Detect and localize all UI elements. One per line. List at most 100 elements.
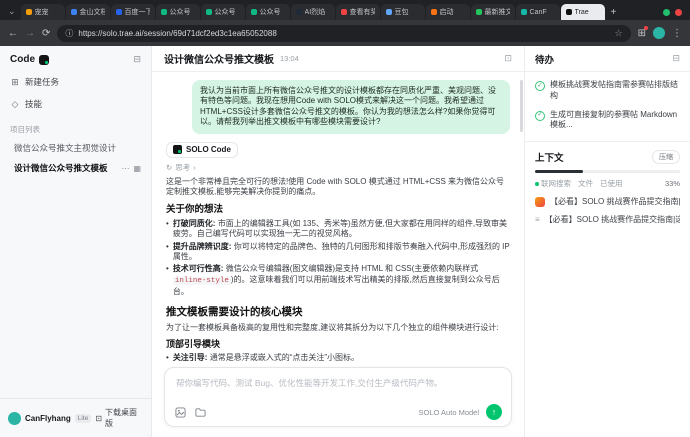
tab-strip-right xyxy=(659,9,686,20)
project-item[interactable]: 微信公众号推文主视觉设计 xyxy=(0,138,151,158)
model-selector[interactable]: SOLO Auto Model xyxy=(419,408,479,417)
todo-item[interactable]: ✓ 模板挑战赛发帖指南需参赛帖排版结构 xyxy=(525,72,690,102)
browser-tab[interactable]: 公众号 xyxy=(246,4,290,20)
sidebar-item-new-task[interactable]: ⊞ 新建任务 xyxy=(0,71,151,93)
reference-text: 【必看】SOLO 挑战赛作品提交指南|这... xyxy=(545,214,680,225)
check-circle-icon: ✓ xyxy=(535,111,545,121)
thinking-icon: ↻ xyxy=(166,163,172,173)
browser-tab[interactable]: 查看有奖 xyxy=(336,4,380,20)
context-tags-row: 联网搜索 文件 已使用 33% xyxy=(525,173,690,189)
context-reference[interactable]: 【必看】SOLO 挑战赛作品提交指南|这... xyxy=(525,189,690,207)
reload-icon[interactable]: ⟳ xyxy=(42,28,50,39)
browser-tab-active[interactable]: Trae xyxy=(561,4,605,20)
new-tab-button[interactable]: + xyxy=(606,7,622,20)
browser-tab[interactable]: 宠宠 xyxy=(21,4,65,20)
chat-messages: 我认为当前市面上所有微信公众号推文的设计模板都存在同质化严重、美观问题、没有特色… xyxy=(152,72,524,361)
browser-tab[interactable]: 金山文档 xyxy=(66,4,110,20)
project-grid-icon[interactable]: ▦ xyxy=(133,164,141,173)
chat-header: 设计微信公众号推文模板 13:04 ⊡ xyxy=(152,46,524,72)
browser-tab[interactable]: 公众号 xyxy=(201,4,245,20)
tab-favicon xyxy=(206,9,212,15)
download-desktop-button[interactable]: ⊡ 下载桌面版 xyxy=(95,407,143,429)
extension-badge xyxy=(644,26,648,30)
browser-tab[interactable]: AI烈焰 xyxy=(291,4,335,20)
chevron-right-icon: › xyxy=(193,163,196,173)
tab-favicon xyxy=(251,9,257,15)
sidebar-collapse-icon[interactable]: ⊟ xyxy=(133,54,141,65)
browser-menu-icon[interactable]: ⋮ xyxy=(672,28,682,39)
tab-favicon xyxy=(116,9,122,15)
context-reference[interactable]: ≡ 【必看】SOLO 挑战赛作品提交指南|这... xyxy=(525,207,690,225)
url-bar[interactable]: ⓘ https://solo.trae.ai/session/69d71dcf2… xyxy=(57,25,630,42)
sidebar-item-skills[interactable]: ◇ 技能 xyxy=(0,93,151,115)
todo-panel-icon[interactable]: ⊟ xyxy=(672,53,680,64)
bullet-dot: • xyxy=(166,242,169,263)
extensions-icon[interactable]: ⊞ xyxy=(638,28,646,39)
brand-row: Code ⊟ xyxy=(0,46,151,71)
chat-scrollbar[interactable] xyxy=(520,80,523,132)
composer-input[interactable] xyxy=(174,375,502,401)
right-panel: 待办 ⊟ ✓ 模板挑战赛发帖指南需参赛帖排版结构 ✓ 生成可直接复制的参赛帖 M… xyxy=(524,46,690,437)
tab-label: 公众号 xyxy=(260,7,281,17)
user-avatar[interactable] xyxy=(8,412,21,425)
browser-profile-avatar[interactable] xyxy=(653,27,665,39)
subsection-title: 顶部引导模块 xyxy=(166,339,510,351)
project-list-label: 项目列表 xyxy=(0,115,151,138)
profile-dot-icon[interactable] xyxy=(663,9,670,16)
back-icon[interactable]: ← xyxy=(8,28,18,39)
browser-tab[interactable]: CanF xyxy=(516,4,560,20)
todo-item[interactable]: ✓ 生成可直接复制的参赛帖 Markdown 模板... xyxy=(525,102,690,132)
tab-search-icon[interactable]: ⌄ xyxy=(4,6,20,20)
context-percent: 33% xyxy=(665,179,680,188)
tab-favicon xyxy=(521,9,527,15)
chat-header-action-icon[interactable]: ⊡ xyxy=(504,53,512,64)
tab-label: 公众号 xyxy=(215,7,236,17)
tab-favicon xyxy=(71,9,77,15)
bullet-text: 关注引导: 通常是悬浮或嵌入式的“点击关注”小图标。 xyxy=(173,353,359,361)
project-item-active[interactable]: 设计微信公众号推文模板 ⋯ ▦ xyxy=(0,158,151,178)
user-name[interactable]: CanFlyhang xyxy=(25,414,71,423)
folder-icon[interactable] xyxy=(194,406,207,419)
tab-favicon xyxy=(341,9,347,15)
send-button[interactable]: ↑ xyxy=(486,404,502,420)
todo-title: 待办 xyxy=(535,52,554,66)
site-info-icon[interactable]: ⓘ xyxy=(65,28,73,39)
browser-tab[interactable]: 百度一下 xyxy=(111,4,155,20)
compress-button[interactable]: 压缩 xyxy=(652,150,680,164)
assistant-badge: SOLO Code xyxy=(166,142,238,158)
context-header: 上下文 压缩 xyxy=(525,142,690,168)
project-label: 微信公众号推文主视觉设计 xyxy=(14,142,116,154)
brand-label: Code xyxy=(10,54,35,65)
assistant-badge-label: SOLO Code xyxy=(186,145,231,155)
browser-tab[interactable]: 豆包 xyxy=(381,4,425,20)
bookmark-star-icon[interactable]: ☆ xyxy=(615,28,623,39)
user-message-row: 我认为当前市面上所有微信公众号推文的设计模板都存在同质化严重、美观问题、没有特色… xyxy=(166,80,510,134)
thinking-toggle[interactable]: ↻ 思考 › xyxy=(166,163,510,173)
assistant-message: SOLO Code ↻ 思考 › 这是一个非常棒且完全可行的想法!使用 Code… xyxy=(166,142,510,361)
chat-title: 设计微信公众号推文模板 xyxy=(164,51,274,66)
notification-dot-icon[interactable] xyxy=(675,9,682,16)
new-task-label: 新建任务 xyxy=(25,76,59,88)
solo-logo-icon xyxy=(39,55,49,65)
skills-label: 技能 xyxy=(25,98,42,110)
browser-tab[interactable]: 公众号 xyxy=(156,4,200,20)
green-dot-icon xyxy=(535,182,539,186)
new-task-icon: ⊞ xyxy=(10,77,20,88)
bullet-item: • 技术可行性高: 微信公众号编辑器(图文编辑器)是支持 HTML 和 CSS(… xyxy=(166,264,510,297)
browser-tab[interactable]: 启动 xyxy=(426,4,470,20)
forward-icon[interactable]: → xyxy=(25,28,35,39)
browser-tab-strip: ⌄ 宠宠 金山文档 百度一下 公众号 公众号 公众号 AI烈焰 查看有奖 豆包 … xyxy=(0,0,690,20)
todo-header: 待办 ⊟ xyxy=(525,46,690,72)
thinking-label: 思考 xyxy=(175,163,190,173)
image-icon[interactable] xyxy=(174,406,187,419)
tab-favicon xyxy=(476,9,482,15)
browser-tab[interactable]: 最新推文 xyxy=(471,4,515,20)
bullet-dot: • xyxy=(166,353,169,361)
tab-favicon xyxy=(161,9,167,15)
tab-label: 金山文档 xyxy=(80,7,105,17)
project-more-icon[interactable]: ⋯ xyxy=(121,164,129,173)
bullet-item: • 提升品牌辨识度: 你可以将特定的品牌色、独特的几何图形和排版节奏融入代码中,… xyxy=(166,242,510,263)
tab-label: CanF xyxy=(530,9,547,16)
bullet-text: 技术可行性高: 微信公众号编辑器(图文编辑器)是支持 HTML 和 CSS(主要… xyxy=(173,264,510,297)
page-content: Code ⊟ ⊞ 新建任务 ◇ 技能 项目列表 微信公众号推文主视觉设计 设计微… xyxy=(0,46,690,437)
